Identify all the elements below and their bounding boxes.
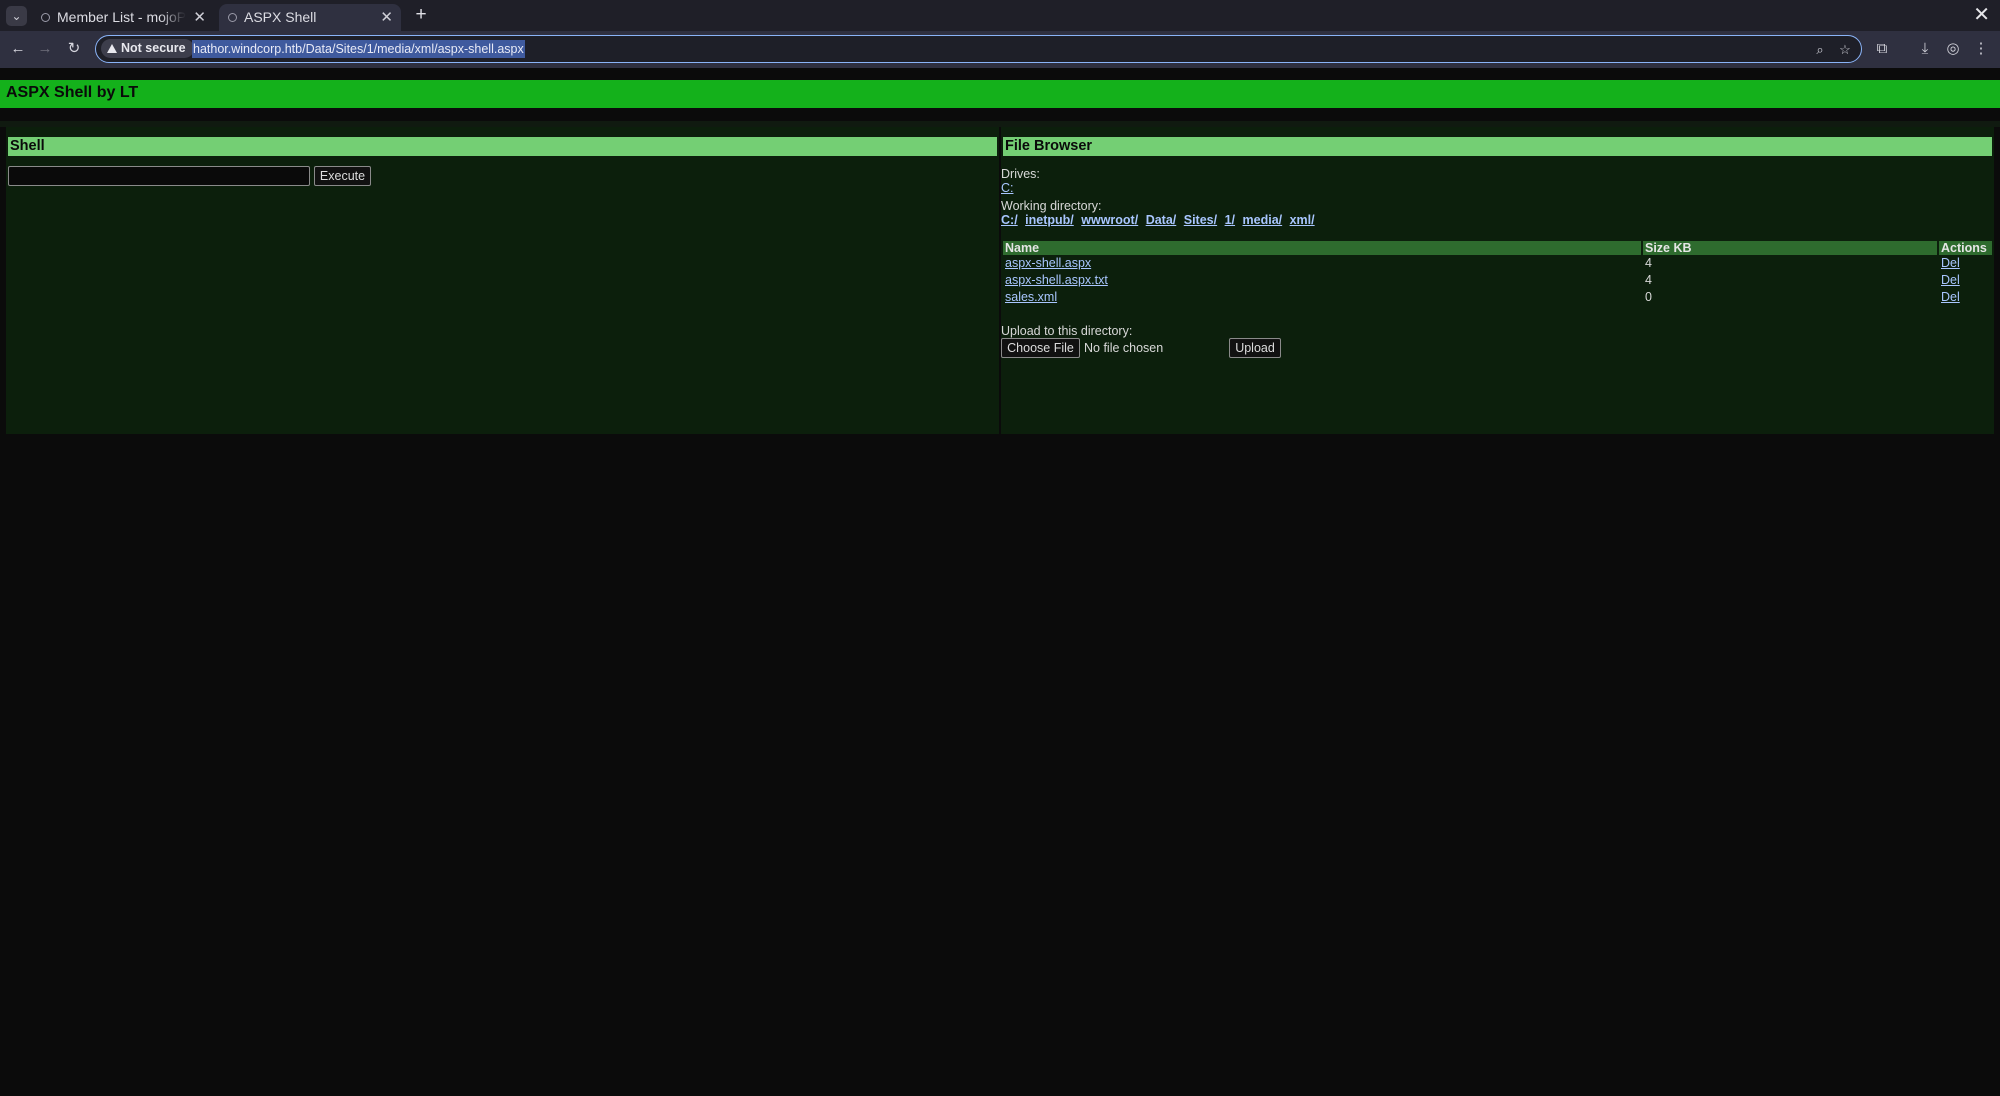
profile-icon[interactable]: ◎ [1942, 38, 1964, 60]
upload-button[interactable]: Upload [1229, 338, 1281, 358]
forward-arrow-icon[interactable]: → [33, 37, 57, 61]
column-header-size: Size KB [1641, 241, 1938, 255]
path-link[interactable]: wwwroot/ [1081, 213, 1138, 227]
file-link[interactable]: aspx-shell.aspx [1005, 256, 1091, 270]
url-text[interactable]: hathor.windcorp.htb/Data/Sites/1/media/x… [192, 40, 525, 58]
file-link[interactable]: aspx-shell.aspx.txt [1005, 273, 1108, 287]
file-size: 4 [1641, 272, 1938, 289]
path-link[interactable]: Data/ [1146, 213, 1177, 227]
path-breadcrumb: C:/ inetpub/ wwwroot/ Data/ Sites/ 1/ me… [1001, 213, 1319, 227]
command-input[interactable] [8, 166, 310, 186]
path-link[interactable]: C:/ [1001, 213, 1018, 227]
shell-panel: Shell Execute [6, 127, 999, 434]
back-arrow-icon[interactable]: ← [6, 37, 30, 61]
file-size: 4 [1641, 255, 1938, 272]
warning-icon [107, 44, 117, 53]
close-icon[interactable]: ✕ [193, 4, 206, 31]
column-header-actions: Actions [1937, 241, 1992, 255]
drives-label: Drives: [1001, 167, 1040, 181]
tab-search-button[interactable]: ⌄ [6, 6, 27, 26]
security-chip[interactable]: Not secure [101, 39, 194, 58]
tab-aspx-shell[interactable]: ASPX Shell ✕ [219, 4, 401, 31]
execute-button[interactable]: Execute [314, 166, 371, 186]
zoom-icon[interactable]: ⌕ [1810, 40, 1830, 60]
table-row: aspx-shell.aspx 4 Del [1003, 255, 1992, 272]
upload-label: Upload to this directory: [1001, 324, 1133, 338]
delete-link[interactable]: Del [1941, 290, 1960, 304]
file-browser-heading: File Browser [1003, 137, 1992, 156]
working-directory-label: Working directory: [1001, 199, 1102, 213]
close-icon[interactable]: ✕ [380, 4, 393, 31]
window-close-icon[interactable]: ✕ [1973, 2, 1990, 28]
puzzle-icon[interactable]: ⧉ [1871, 38, 1893, 60]
kebab-menu-icon[interactable]: ⋮ [1970, 38, 1992, 60]
tab-title: Member List - mojoPortal [57, 9, 186, 25]
path-link[interactable]: Sites/ [1184, 213, 1217, 227]
browser-toolbar: ← → ↻ Not secure hathor.windcorp.htb/Dat… [0, 31, 2000, 68]
globe-icon [228, 13, 237, 22]
page-banner-title: ASPX Shell by LT [0, 80, 2000, 108]
tab-strip: ⌄ Member List - mojoPortal ✕ ASPX Shell … [0, 0, 2000, 31]
choose-file-button[interactable]: Choose File [1001, 338, 1080, 358]
no-file-chosen-text: No file chosen [1084, 341, 1164, 355]
path-link[interactable]: xml/ [1290, 213, 1315, 227]
path-link[interactable]: media/ [1243, 213, 1283, 227]
file-table: Name Size KB Actions aspx-shell.aspx 4 D… [1003, 241, 1992, 306]
delete-link[interactable]: Del [1941, 273, 1960, 287]
file-browser-panel: File Browser Drives: C: Working director… [1001, 127, 1994, 434]
shell-heading: Shell [8, 137, 997, 156]
path-link[interactable]: inetpub/ [1025, 213, 1074, 227]
reload-icon[interactable]: ↻ [62, 37, 86, 61]
file-link[interactable]: sales.xml [1005, 290, 1057, 304]
delete-link[interactable]: Del [1941, 256, 1960, 270]
tab-member-list[interactable]: Member List - mojoPortal ✕ [32, 4, 214, 31]
chevron-down-icon: ⌄ [11, 9, 22, 23]
drive-link-c[interactable]: C: [1001, 181, 1014, 195]
security-chip-label: Not secure [121, 41, 186, 55]
column-header-name: Name [1003, 241, 1642, 255]
address-bar[interactable]: Not secure hathor.windcorp.htb/Data/Site… [95, 35, 1862, 63]
download-icon[interactable]: ⤓ [1914, 38, 1936, 60]
page-content: ASPX Shell by LT Shell Execute File Brow… [0, 68, 2000, 1096]
path-link[interactable]: 1/ [1225, 213, 1235, 227]
table-row: aspx-shell.aspx.txt 4 Del [1003, 272, 1992, 289]
new-tab-button[interactable]: + [410, 3, 432, 27]
star-icon[interactable]: ☆ [1835, 40, 1855, 60]
tab-title: ASPX Shell [244, 9, 317, 25]
table-row: sales.xml 0 Del [1003, 289, 1992, 306]
file-size: 0 [1641, 289, 1938, 306]
site-favicon-icon [41, 13, 50, 22]
